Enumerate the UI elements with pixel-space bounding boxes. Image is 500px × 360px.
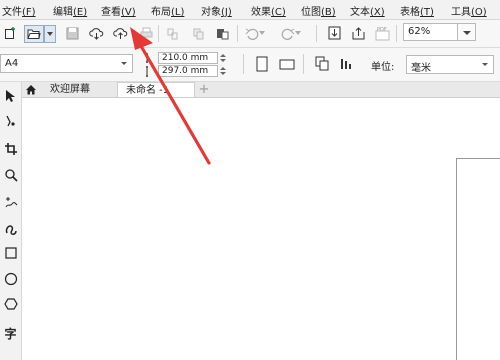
menu-object[interactable]: 对象(J)	[201, 3, 232, 18]
menu-bitmap[interactable]: 位图(B)	[301, 3, 336, 18]
page-width-spinner[interactable]	[218, 52, 228, 64]
crop-tool-icon[interactable]	[2, 140, 19, 157]
cut-icon[interactable]	[164, 25, 180, 41]
menu-view[interactable]: 查看(V)	[101, 3, 136, 18]
drawing-canvas[interactable]	[22, 98, 500, 360]
toolbar-separator	[243, 54, 244, 74]
artistic-media-icon[interactable]	[2, 220, 19, 237]
current-page-icon[interactable]	[338, 55, 354, 71]
shape-tool-icon[interactable]	[2, 112, 19, 129]
cloud-download-icon[interactable]	[88, 25, 104, 41]
zoom-level-input[interactable]: 62%	[403, 23, 458, 41]
rectangle-tool-icon[interactable]	[2, 244, 19, 261]
page-width-field[interactable]: 210.0 mm	[158, 52, 218, 64]
cloud-upload-icon[interactable]	[112, 25, 128, 41]
toolbar-separator	[158, 25, 159, 42]
zoom-tool-icon[interactable]	[2, 166, 19, 183]
pick-tool-icon[interactable]	[2, 87, 19, 104]
copy-icon[interactable]	[190, 25, 206, 41]
all-pages-icon[interactable]	[314, 55, 330, 71]
open-folder-icon[interactable]	[24, 25, 44, 43]
pdf-label: PDF	[377, 27, 387, 33]
toolbox: 字	[0, 82, 22, 360]
units-label: 单位:	[371, 62, 395, 73]
polygon-tool-icon[interactable]	[2, 295, 19, 312]
landscape-icon[interactable]	[279, 56, 295, 72]
new-document-icon[interactable]	[2, 25, 18, 41]
page-dimensions-icon	[145, 52, 155, 78]
paste-icon[interactable]	[214, 25, 230, 41]
add-tab-button[interactable]: +	[197, 83, 211, 96]
pdf-icon[interactable]: PDF	[374, 25, 390, 41]
open-dropdown-icon[interactable]	[44, 25, 56, 43]
undo-dropdown-icon[interactable]	[258, 25, 266, 41]
menu-file[interactable]: 文件(F)	[2, 3, 36, 18]
toolbar-separator	[316, 25, 317, 42]
export-icon[interactable]	[350, 25, 366, 41]
zoom-dropdown-button[interactable]	[458, 23, 476, 41]
print-icon[interactable]	[138, 25, 154, 41]
menu-bar: 文件(F) 编辑(E) 查看(V) 布局(L) 对象(J) 效果(C) 位图(B…	[0, 0, 500, 20]
text-tool-icon[interactable]: 字	[2, 325, 19, 342]
portrait-icon[interactable]	[254, 56, 270, 72]
redo-dropdown-icon[interactable]	[294, 25, 302, 41]
menu-effects[interactable]: 效果(C)	[251, 3, 286, 18]
freehand-tool-icon[interactable]	[2, 193, 19, 210]
home-icon[interactable]	[22, 82, 40, 97]
toolbar-separator	[237, 25, 238, 42]
menu-table[interactable]: 表格(T)	[400, 3, 434, 18]
ellipse-tool-icon[interactable]	[2, 270, 19, 287]
menu-text[interactable]: 文本(X)	[350, 3, 385, 18]
page-height-field[interactable]: 297.0 mm	[158, 65, 218, 77]
menu-layout[interactable]: 布局(L)	[151, 3, 184, 18]
menu-edit[interactable]: 编辑(E)	[53, 3, 87, 18]
menu-tools[interactable]: 工具(O)	[451, 3, 487, 18]
save-icon[interactable]	[64, 25, 80, 41]
units-select[interactable]: 毫米	[406, 55, 494, 74]
toolbar-separator	[396, 25, 397, 42]
page-size-select[interactable]: A4	[0, 54, 133, 73]
import-icon[interactable]	[326, 25, 342, 41]
tab-untitled-1[interactable]: 未命名 -1	[117, 82, 195, 97]
tab-welcome-screen[interactable]: 欢迎屏幕	[42, 82, 112, 97]
toolbar-separator	[303, 54, 304, 74]
page-boundary	[456, 158, 500, 360]
page-height-spinner[interactable]	[218, 65, 228, 77]
